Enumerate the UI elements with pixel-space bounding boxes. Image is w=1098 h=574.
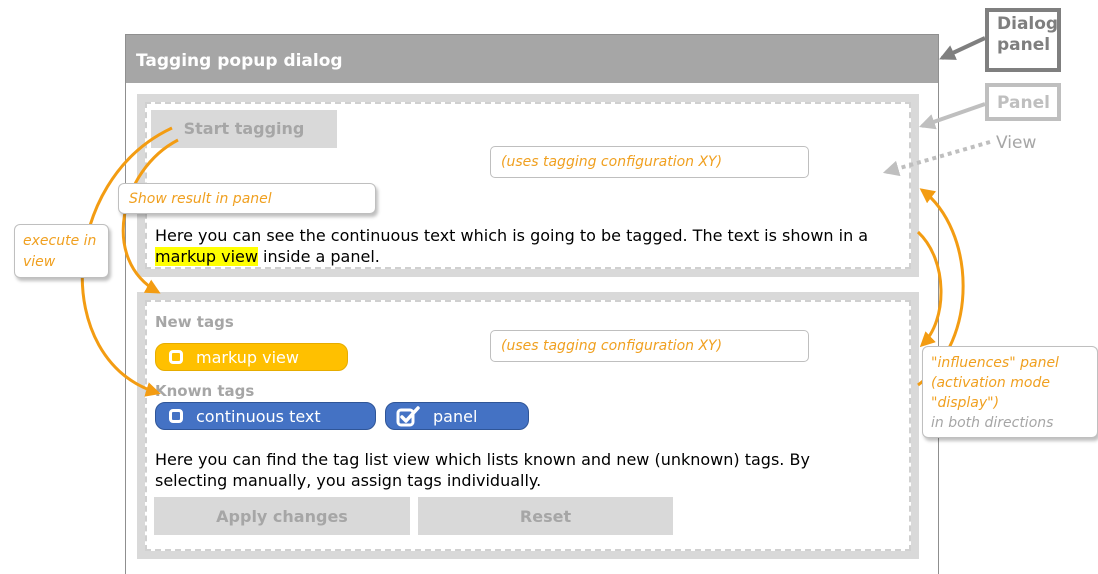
- callout-influences-line1: "influences" panel: [931, 355, 1059, 371]
- callout-influences-line4: in both directions: [931, 415, 1054, 431]
- arrow-show-result: [121, 138, 179, 294]
- arrow-legend-panel: [918, 102, 986, 130]
- callout-execute-line1: execute in: [23, 233, 97, 249]
- callout-execute-line2: view: [23, 254, 56, 270]
- arrow-influences-down: [916, 230, 943, 348]
- legend-dialog-panel: Dialog panel: [985, 8, 1061, 72]
- legend-panel: Panel: [985, 83, 1061, 121]
- legend-dialog-line2: panel: [997, 35, 1051, 55]
- arrow-legend-view: [882, 140, 991, 177]
- callout-influences-line2: (activation mode: [931, 375, 1050, 391]
- annotation-arrows: [80, 36, 991, 397]
- legend-dialog-line1: Dialog: [997, 14, 1059, 34]
- legend-view: View: [996, 133, 1037, 153]
- callout-influences-line3: "display"): [931, 395, 1000, 411]
- callout-influences: "influences" panel (activation mode "dis…: [922, 346, 1098, 438]
- arrow-legend-dialog: [939, 36, 986, 60]
- callout-show-result: Show result in panel: [118, 183, 376, 214]
- callout-execute-in-view: execute in view: [14, 224, 109, 278]
